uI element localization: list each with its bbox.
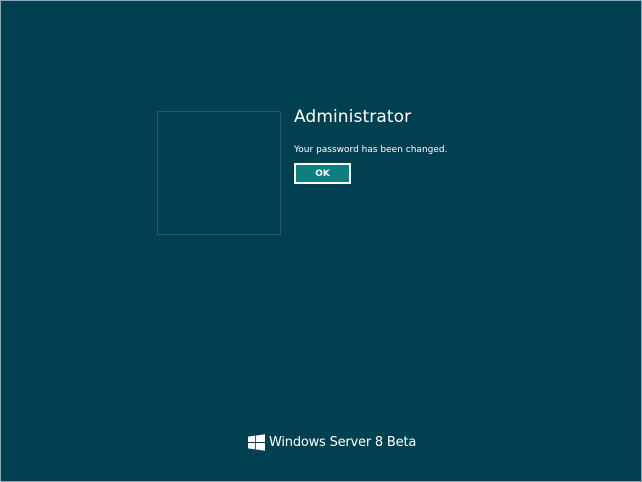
ok-button[interactable]: OK [294,163,351,184]
user-name: Administrator [294,107,412,127]
branding: Windows Server 8 Beta [248,433,416,451]
windows-logo-icon [248,433,265,451]
product-name: Windows Server 8 Beta [269,434,417,450]
logon-screen: Administrator Your password has been cha… [0,0,642,482]
user-account-tile [157,111,281,235]
status-message: Your password has been changed. [294,145,448,155]
